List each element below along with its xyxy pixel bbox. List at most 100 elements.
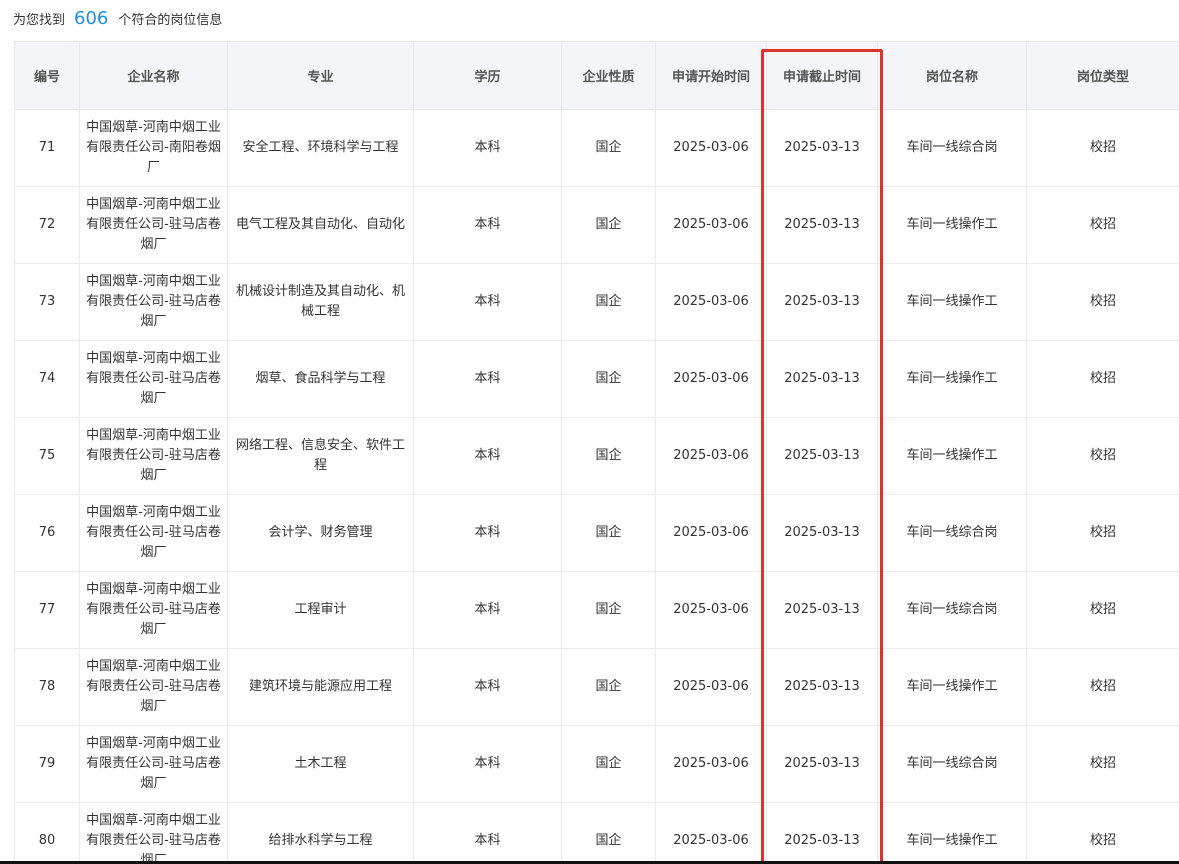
- cell-start: 2025-03-06: [655, 417, 767, 495]
- cell-type: 校招: [1026, 340, 1179, 418]
- cell-degree: 本科: [413, 340, 562, 418]
- cell-nature: 国企: [561, 263, 656, 341]
- cell-end: 2025-03-13: [766, 802, 878, 864]
- cell-degree: 本科: [413, 648, 562, 726]
- cell-end: 2025-03-13: [766, 417, 878, 495]
- table-row[interactable]: 74 中国烟草-河南中烟工业有限责任公司-驻马店卷烟厂 烟草、食品科学与工程 本…: [14, 340, 1179, 418]
- cell-id: 75: [14, 417, 80, 495]
- cell-start: 2025-03-06: [655, 494, 767, 572]
- cell-start: 2025-03-06: [655, 340, 767, 418]
- header-nature[interactable]: 企业性质: [561, 41, 656, 110]
- cell-start: 2025-03-06: [655, 263, 767, 341]
- cell-id: 78: [14, 648, 80, 726]
- cell-end: 2025-03-13: [766, 263, 878, 341]
- cell-company: 中国烟草-河南中烟工业有限责任公司-南阳卷烟厂: [79, 109, 228, 187]
- cell-nature: 国企: [561, 494, 656, 572]
- cell-id: 73: [14, 263, 80, 341]
- table-body: 71 中国烟草-河南中烟工业有限责任公司-南阳卷烟厂 安全工程、环境科学与工程 …: [14, 109, 1179, 864]
- cell-degree: 本科: [413, 263, 562, 341]
- cell-nature: 国企: [561, 340, 656, 418]
- cell-start: 2025-03-06: [655, 571, 767, 649]
- header-id[interactable]: 编号: [14, 41, 80, 110]
- cell-major: 烟草、食品科学与工程: [227, 340, 414, 418]
- cell-id: 74: [14, 340, 80, 418]
- table-row[interactable]: 71 中国烟草-河南中烟工业有限责任公司-南阳卷烟厂 安全工程、环境科学与工程 …: [14, 109, 1179, 187]
- cell-type: 校招: [1026, 571, 1179, 649]
- cell-major: 安全工程、环境科学与工程: [227, 109, 414, 187]
- cell-end: 2025-03-13: [766, 648, 878, 726]
- table-header-row: 编号 企业名称 专业 学历 企业性质 申请开始时间 申请截止时间 岗位名称 岗位…: [14, 41, 1179, 110]
- cell-degree: 本科: [413, 109, 562, 187]
- table-row[interactable]: 77 中国烟草-河南中烟工业有限责任公司-驻马店卷烟厂 工程审计 本科 国企 2…: [14, 571, 1179, 649]
- cell-end: 2025-03-13: [766, 494, 878, 572]
- cell-nature: 国企: [561, 725, 656, 803]
- table-row[interactable]: 72 中国烟草-河南中烟工业有限责任公司-驻马店卷烟厂 电气工程及其自动化、自动…: [14, 186, 1179, 264]
- table-row[interactable]: 80 中国烟草-河南中烟工业有限责任公司-驻马店卷烟厂 给排水科学与工程 本科 …: [14, 802, 1179, 864]
- cell-start: 2025-03-06: [655, 186, 767, 264]
- cell-end: 2025-03-13: [766, 340, 878, 418]
- table-row[interactable]: 73 中国烟草-河南中烟工业有限责任公司-驻马店卷烟厂 机械设计制造及其自动化、…: [14, 263, 1179, 341]
- table-row[interactable]: 79 中国烟草-河南中烟工业有限责任公司-驻马店卷烟厂 土木工程 本科 国企 2…: [14, 725, 1179, 803]
- cell-id: 79: [14, 725, 80, 803]
- cell-degree: 本科: [413, 494, 562, 572]
- cell-major: 机械设计制造及其自动化、机械工程: [227, 263, 414, 341]
- table-row[interactable]: 78 中国烟草-河南中烟工业有限责任公司-驻马店卷烟厂 建筑环境与能源应用工程 …: [14, 648, 1179, 726]
- cell-end: 2025-03-13: [766, 186, 878, 264]
- cell-nature: 国企: [561, 186, 656, 264]
- cell-company: 中国烟草-河南中烟工业有限责任公司-驻马店卷烟厂: [79, 263, 228, 341]
- cell-id: 80: [14, 802, 80, 864]
- result-summary: 为您找到 606 个符合的岗位信息: [13, 8, 222, 30]
- cell-type: 校招: [1026, 186, 1179, 264]
- cell-major: 建筑环境与能源应用工程: [227, 648, 414, 726]
- cell-major: 网络工程、信息安全、软件工程: [227, 417, 414, 495]
- cell-id: 72: [14, 186, 80, 264]
- cell-end: 2025-03-13: [766, 109, 878, 187]
- result-suffix: 个符合的岗位信息: [118, 13, 223, 28]
- header-degree[interactable]: 学历: [413, 41, 562, 110]
- cell-position: 车间一线综合岗: [877, 725, 1027, 803]
- header-type[interactable]: 岗位类型: [1026, 41, 1179, 110]
- cell-company: 中国烟草-河南中烟工业有限责任公司-驻马店卷烟厂: [79, 340, 228, 418]
- cell-position: 车间一线操作工: [877, 648, 1027, 726]
- cell-type: 校招: [1026, 648, 1179, 726]
- header-start[interactable]: 申请开始时间: [655, 41, 767, 110]
- cell-start: 2025-03-06: [655, 648, 767, 726]
- cell-nature: 国企: [561, 571, 656, 649]
- cell-company: 中国烟草-河南中烟工业有限责任公司-驻马店卷烟厂: [79, 802, 228, 864]
- cell-start: 2025-03-06: [655, 725, 767, 803]
- cell-company: 中国烟草-河南中烟工业有限责任公司-驻马店卷烟厂: [79, 571, 228, 649]
- cell-position: 车间一线综合岗: [877, 109, 1027, 187]
- cell-nature: 国企: [561, 802, 656, 864]
- header-position[interactable]: 岗位名称: [877, 41, 1027, 110]
- table-row[interactable]: 75 中国烟草-河南中烟工业有限责任公司-驻马店卷烟厂 网络工程、信息安全、软件…: [14, 417, 1179, 495]
- cell-type: 校招: [1026, 263, 1179, 341]
- cell-id: 77: [14, 571, 80, 649]
- header-company[interactable]: 企业名称: [79, 41, 228, 110]
- cell-type: 校招: [1026, 494, 1179, 572]
- cell-position: 车间一线操作工: [877, 340, 1027, 418]
- header-end[interactable]: 申请截止时间: [766, 41, 878, 110]
- header-major[interactable]: 专业: [227, 41, 414, 110]
- cell-start: 2025-03-06: [655, 802, 767, 864]
- cell-nature: 国企: [561, 109, 656, 187]
- cell-major: 工程审计: [227, 571, 414, 649]
- cell-company: 中国烟草-河南中烟工业有限责任公司-驻马店卷烟厂: [79, 648, 228, 726]
- result-count: 606: [74, 8, 109, 29]
- cell-position: 车间一线操作工: [877, 263, 1027, 341]
- job-table-container: 编号 企业名称 专业 学历 企业性质 申请开始时间 申请截止时间 岗位名称 岗位…: [14, 41, 1179, 864]
- cell-type: 校招: [1026, 725, 1179, 803]
- cell-id: 76: [14, 494, 80, 572]
- cell-degree: 本科: [413, 186, 562, 264]
- cell-position: 车间一线综合岗: [877, 494, 1027, 572]
- cell-degree: 本科: [413, 417, 562, 495]
- cell-degree: 本科: [413, 571, 562, 649]
- cell-start: 2025-03-06: [655, 109, 767, 187]
- cell-company: 中国烟草-河南中烟工业有限责任公司-驻马店卷烟厂: [79, 494, 228, 572]
- job-table: 编号 企业名称 专业 学历 企业性质 申请开始时间 申请截止时间 岗位名称 岗位…: [14, 41, 1179, 864]
- cell-position: 车间一线操作工: [877, 186, 1027, 264]
- cell-type: 校招: [1026, 417, 1179, 495]
- table-row[interactable]: 76 中国烟草-河南中烟工业有限责任公司-驻马店卷烟厂 会计学、财务管理 本科 …: [14, 494, 1179, 572]
- cell-degree: 本科: [413, 725, 562, 803]
- cell-position: 车间一线综合岗: [877, 571, 1027, 649]
- cell-end: 2025-03-13: [766, 725, 878, 803]
